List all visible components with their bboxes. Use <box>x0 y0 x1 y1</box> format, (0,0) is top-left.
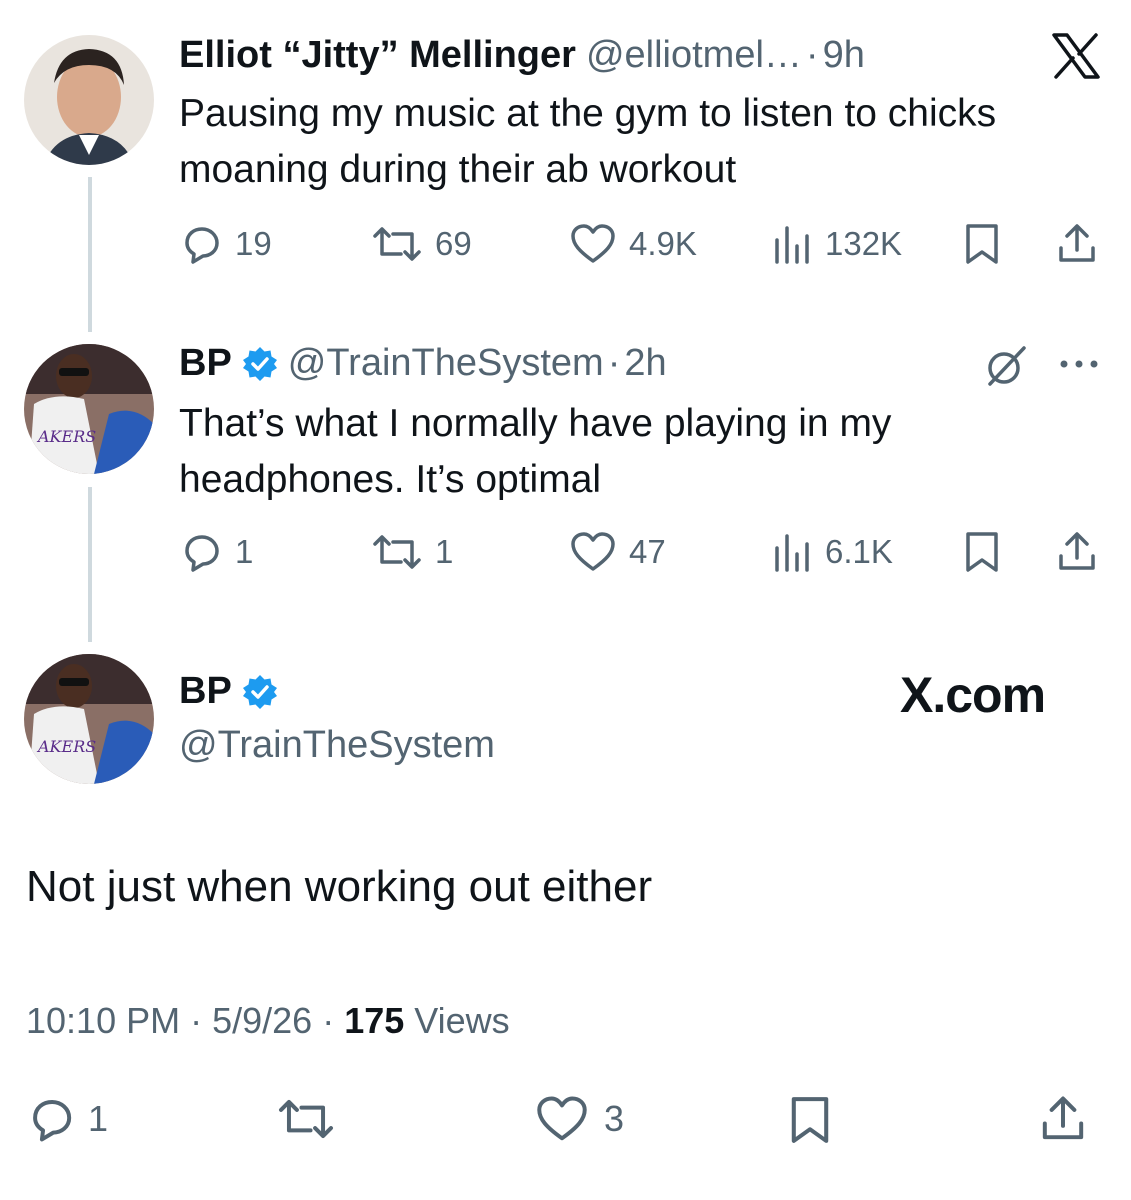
share-icon <box>1059 532 1095 570</box>
tweet-actions: 19 69 4.9K 132K <box>179 222 1109 272</box>
grok-icon[interactable] <box>984 344 1028 393</box>
post-date[interactable]: 5/9/26 <box>212 1000 312 1042</box>
reply-button[interactable]: 19 <box>179 222 272 266</box>
views-count: 175 <box>344 1000 405 1041</box>
reply-count: 1 <box>88 1098 109 1139</box>
post-time[interactable]: 10:10 PM <box>26 1000 180 1042</box>
tweet-header: Elliot “Jitty” Mellinger @elliotmel… · 9… <box>179 34 865 77</box>
like-button[interactable]: 47 <box>569 530 666 574</box>
verified-badge-icon <box>242 346 277 381</box>
author-name-row: BP <box>179 670 278 713</box>
tweet-meta: 10:10 PM · 5/9/26 · 175 Views <box>26 1000 510 1042</box>
verified-badge-icon <box>242 674 277 709</box>
tweet-text: Pausing my music at the gym to listen to… <box>179 86 1109 198</box>
avatar-elliot[interactable] <box>24 35 154 165</box>
avatar-bp[interactable]: AKERS <box>24 654 154 784</box>
like-count: 4.9K <box>629 225 697 262</box>
timestamp[interactable]: 9h <box>823 34 865 77</box>
repost-count: 1 <box>435 533 454 570</box>
tweet-text-line: headphones. It’s optimal <box>179 458 602 501</box>
tweet-actions: 1 1 47 6.1K <box>179 530 1109 580</box>
more-options-icon[interactable] <box>1058 356 1102 377</box>
bookmark-icon <box>966 224 998 264</box>
reply-icon <box>33 1099 72 1142</box>
share-button[interactable] <box>1038 1094 1088 1144</box>
thread-line <box>88 487 92 642</box>
separator-dot: · <box>190 1000 203 1041</box>
views-label: Views <box>414 1000 510 1041</box>
display-name[interactable]: Elliot “Jitty” Mellinger <box>179 34 576 77</box>
timestamp[interactable]: 2h <box>624 342 666 385</box>
heart-icon <box>571 532 615 571</box>
heart-icon <box>571 224 615 263</box>
main-tweet-actions: 1 3 <box>26 1094 1106 1144</box>
tweet-text-line: That’s what I normally have playing in m… <box>179 402 892 445</box>
avatar-bp[interactable]: AKERS <box>24 344 154 474</box>
repost-button[interactable]: 1 <box>371 530 453 574</box>
views-count: 6.1K <box>825 533 893 570</box>
analytics-icon <box>775 534 809 572</box>
reply-count: 19 <box>235 225 272 262</box>
share-icon <box>1042 1096 1084 1140</box>
separator-dot: · <box>607 342 621 384</box>
bookmark-button[interactable] <box>788 1094 832 1146</box>
repost-count: 69 <box>435 225 472 262</box>
display-name[interactable]: BP <box>179 342 232 385</box>
views-count: 132K <box>825 225 903 262</box>
bookmark-icon <box>791 1097 829 1143</box>
reply-icon <box>185 535 219 572</box>
separator-dot: · <box>805 34 819 76</box>
handle[interactable]: @elliotmel… <box>586 34 802 77</box>
separator-dot: · <box>322 1000 335 1041</box>
brand-label: X.com <box>900 667 1046 723</box>
svg-text:AKERS: AKERS <box>36 737 96 756</box>
like-button[interactable]: 3 <box>532 1094 624 1144</box>
repost-button[interactable]: 69 <box>371 222 472 266</box>
views-button[interactable]: 6.1K <box>769 530 893 574</box>
tweet-header: BP @TrainTheSystem · 2h <box>179 342 667 385</box>
share-button[interactable] <box>1055 222 1099 266</box>
tweet-text-line: moaning during their ab workout <box>179 148 737 191</box>
repost-icon <box>373 535 421 569</box>
views-button[interactable]: 132K <box>769 222 902 266</box>
like-count: 47 <box>629 533 666 570</box>
bookmark-button[interactable] <box>963 530 1001 574</box>
display-name[interactable]: BP <box>179 670 232 713</box>
svg-text:AKERS: AKERS <box>36 427 96 446</box>
reply-button[interactable]: 1 <box>26 1094 108 1144</box>
handle[interactable]: @TrainTheSystem <box>288 342 604 385</box>
reply-button[interactable]: 1 <box>179 530 253 574</box>
repost-icon <box>373 227 421 261</box>
bookmark-icon <box>966 532 998 572</box>
like-button[interactable]: 4.9K <box>569 222 697 266</box>
thread-line <box>88 177 92 332</box>
reply-count: 1 <box>235 533 254 570</box>
main-tweet-text: Not just when working out either <box>26 862 653 911</box>
handle[interactable]: @TrainTheSystem <box>179 724 495 767</box>
like-count: 3 <box>604 1098 625 1139</box>
reply-icon <box>185 227 219 264</box>
share-icon <box>1059 224 1095 262</box>
bookmark-button[interactable] <box>963 222 1001 266</box>
repost-button[interactable] <box>276 1094 336 1144</box>
share-button[interactable] <box>1055 530 1099 574</box>
heart-icon <box>537 1096 587 1141</box>
tweet-text-line: Pausing my music at the gym to listen to… <box>179 92 997 135</box>
repost-icon <box>279 1099 333 1139</box>
tweet-text: That’s what I normally have playing in m… <box>179 396 1109 508</box>
x-logo-icon <box>1052 33 1100 84</box>
analytics-icon <box>775 226 809 264</box>
